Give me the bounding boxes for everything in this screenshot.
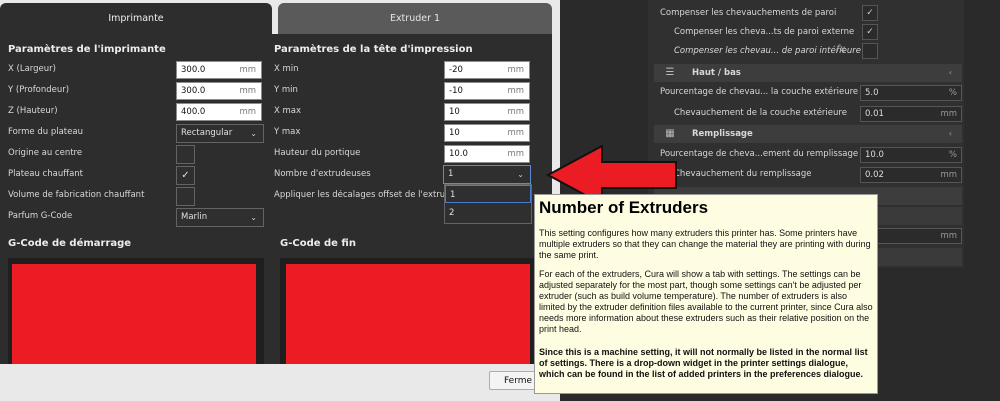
xmin-field[interactable]: -20 mm	[444, 61, 530, 79]
category-infill[interactable]: ▦ Remplissage ‹	[654, 125, 962, 143]
origin-center-label: Origine au centre	[8, 148, 83, 158]
skin-overlap-pct-unit: %	[948, 88, 957, 98]
gantry-height-unit: mm	[507, 149, 524, 159]
ymax-label: Y max	[274, 127, 301, 137]
chevron-down-icon: ⌄	[250, 213, 257, 222]
extruder-count-label: Nombre d'extrudeuses	[274, 169, 371, 179]
xmin-label: X min	[274, 64, 299, 74]
tooltip-number-of-extruders: Number of Extruders This setting configu…	[534, 194, 878, 394]
end-gcode-redaction	[286, 264, 530, 364]
gcode-flavor-select[interactable]: Marlin ⌄	[176, 208, 264, 227]
depth-label: Y (Profondeur)	[8, 85, 70, 95]
heated-bed-label: Plateau chauffant	[8, 169, 83, 179]
depth-value: 300.0	[181, 86, 206, 96]
start-gcode-redaction	[12, 264, 256, 364]
plate-shape-value: Rectangular	[181, 128, 233, 138]
tab-bar: Imprimante Extruder 1	[0, 0, 560, 34]
setting-compensate-inner-wall: Compenser les chevau... de paroi intérie…	[674, 46, 861, 56]
depth-unit: mm	[239, 86, 256, 96]
gcode-flavor-value: Marlin	[181, 212, 208, 222]
chevron-left-icon: ‹	[948, 129, 952, 138]
compensate-inner-wall-checkbox[interactable]	[862, 43, 878, 59]
category-top-bottom-label: Haut / bas	[692, 68, 741, 78]
chevron-down-icon: ⌄	[250, 129, 257, 138]
fx-icon[interactable]: fx	[836, 44, 845, 55]
xmax-label: X max	[274, 106, 302, 116]
dropdown-option-2[interactable]: 2	[445, 204, 531, 222]
gantry-height-value: 10.0	[449, 149, 468, 159]
height-label: Z (Hauteur)	[8, 106, 58, 116]
ymin-label: Y min	[274, 85, 298, 95]
origin-center-checkbox[interactable]	[176, 145, 195, 164]
tab-extruder-1[interactable]: Extruder 1	[278, 3, 552, 34]
heated-volume-label: Volume de fabrication chauffant	[8, 190, 145, 200]
category-infill-label: Remplissage	[692, 129, 753, 139]
apply-offsets-label: Appliquer les décalages offset de l'extr…	[274, 190, 444, 200]
tooltip-paragraph-2: For each of the extruders, Cura will sho…	[539, 269, 873, 334]
width-unit: mm	[239, 65, 256, 75]
heated-volume-checkbox[interactable]	[176, 187, 195, 206]
setting-compensate-outer-wall: Compenser les cheva...ts de paroi extern…	[674, 27, 855, 37]
infill-overlap-unit: mm	[940, 170, 957, 180]
option-1-label: 1	[450, 190, 456, 200]
compensate-wall-overlaps-checkbox[interactable]: ✓	[862, 5, 878, 21]
infill-overlap-field[interactable]: 0.02 mm	[860, 167, 962, 183]
gcode-flavor-label: Parfum G-Code	[8, 211, 73, 221]
ymax-value: 10	[449, 128, 460, 138]
start-gcode-title: G-Code de démarrage	[8, 238, 132, 249]
tooltip-paragraph-3: Since this is a machine setting, it will…	[539, 347, 868, 379]
infill-overlap-pct-value: 10.0	[865, 150, 884, 160]
chevron-left-icon: ‹	[948, 68, 952, 77]
skin-overlap-unit: mm	[940, 109, 957, 119]
end-gcode-title: G-Code de fin	[280, 238, 356, 249]
option-2-label: 2	[449, 208, 455, 218]
printer-settings-title: Paramètres de l'imprimante	[8, 44, 166, 55]
infill-icon: ▦	[665, 128, 675, 139]
infill-overlap-pct-unit: %	[948, 150, 957, 160]
tab-printer[interactable]: Imprimante	[0, 3, 272, 34]
compensate-outer-wall-checkbox[interactable]: ✓	[862, 24, 878, 40]
xmax-field[interactable]: 10 mm	[444, 103, 530, 121]
skin-overlap-pct-value: 5.0	[865, 88, 879, 98]
ymax-unit: mm	[507, 128, 524, 138]
width-label: X (Largeur)	[8, 64, 56, 74]
ymin-unit: mm	[507, 86, 524, 96]
height-field[interactable]: 400.0 mm	[176, 103, 262, 121]
extruder-count-value: 1	[448, 169, 454, 179]
skin-overlap-pct-field[interactable]: 5.0 %	[860, 85, 962, 101]
extruder-count-select[interactable]: 1 ⌄	[443, 165, 531, 184]
heated-bed-checkbox[interactable]: ✓	[176, 166, 195, 185]
width-field[interactable]: 300.0 mm	[176, 61, 262, 79]
chevron-down-icon: ⌄	[517, 170, 524, 179]
infill-overlap-pct-field[interactable]: 10.0 %	[860, 147, 962, 163]
xmin-unit: mm	[507, 65, 524, 75]
plate-shape-label: Forme du plateau	[8, 127, 83, 137]
ymin-field[interactable]: -10 mm	[444, 82, 530, 100]
printhead-settings-title: Paramètres de la tête d'impression	[274, 44, 473, 55]
ymin-value: -10	[449, 86, 463, 96]
hidden-field-unit: mm	[940, 231, 957, 241]
height-value: 400.0	[181, 107, 206, 117]
tooltip-paragraph-1: This setting configures how many extrude…	[539, 228, 871, 260]
infill-overlap-value: 0.02	[865, 170, 884, 180]
xmin-value: -20	[449, 65, 463, 75]
top-bottom-icon: ☰	[665, 67, 675, 78]
width-value: 300.0	[181, 65, 206, 75]
setting-compensate-wall-overlaps: Compenser les chevauchements de paroi	[660, 8, 837, 18]
gantry-height-label: Hauteur du portique	[274, 148, 361, 158]
xmax-unit: mm	[507, 107, 524, 117]
extruder-count-dropdown: 1 2	[444, 184, 532, 224]
plate-shape-select[interactable]: Rectangular ⌄	[176, 124, 264, 143]
ymax-field[interactable]: 10 mm	[444, 124, 530, 142]
xmax-value: 10	[449, 107, 460, 117]
skin-overlap-value: 0.01	[865, 109, 884, 119]
skin-overlap-field[interactable]: 0.01 mm	[860, 106, 962, 122]
tooltip-title: Number of Extruders	[539, 198, 709, 217]
dropdown-option-1[interactable]: 1	[445, 185, 531, 203]
gantry-height-field[interactable]: 10.0 mm	[444, 145, 530, 163]
category-top-bottom[interactable]: ☰ Haut / bas ‹	[654, 64, 962, 82]
height-unit: mm	[239, 107, 256, 117]
depth-field[interactable]: 300.0 mm	[176, 82, 262, 100]
